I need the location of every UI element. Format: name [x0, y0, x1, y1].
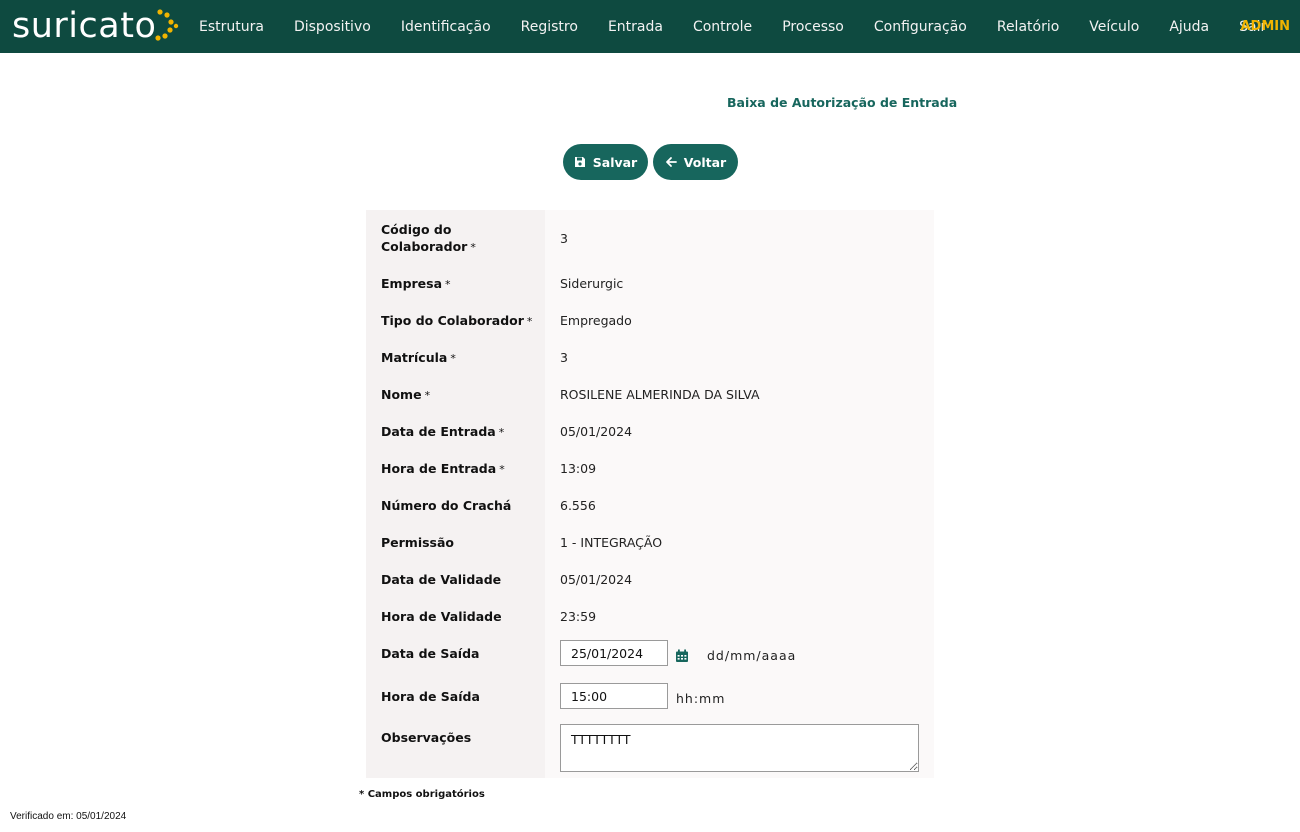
- value-cracha: 6.556: [560, 498, 596, 513]
- value-hora-validade: 23:59: [560, 609, 597, 624]
- menu-registro[interactable]: Registro: [506, 19, 593, 35]
- action-buttons: Salvar Voltar: [563, 144, 738, 180]
- top-navbar: suricato Estrutura Dispositivo Identific…: [0, 0, 1300, 53]
- value-data-entrada: 05/01/2024: [560, 424, 633, 439]
- exit-date-input[interactable]: [560, 640, 668, 666]
- menu-estrutura[interactable]: Estrutura: [184, 19, 279, 35]
- save-button[interactable]: Salvar: [563, 144, 648, 180]
- verified-date: Verificado em: 05/01/2024: [10, 811, 127, 822]
- menu-entrada[interactable]: Entrada: [593, 19, 678, 35]
- value-empresa: Siderurgic: [560, 276, 624, 291]
- logo-dots-icon: [155, 9, 179, 41]
- label-codigo: Código do Colaborador *: [381, 222, 476, 254]
- label-hora-validade: Hora de Validade: [381, 609, 502, 624]
- value-nome: ROSILENE ALMERINDA DA SILVA: [560, 387, 760, 402]
- value-tipo: Empregado: [560, 313, 632, 328]
- menu-ajuda[interactable]: Ajuda: [1154, 19, 1224, 35]
- label-hora-entrada: Hora de Entrada *: [381, 461, 505, 476]
- value-hora-entrada: 13:09: [560, 461, 597, 476]
- suricato-logo[interactable]: suricato: [12, 4, 180, 48]
- label-hora-saida: Hora de Saída: [381, 689, 480, 704]
- menu-processo[interactable]: Processo: [767, 19, 859, 35]
- menu-configuracao[interactable]: Configuração: [859, 19, 982, 35]
- exit-time-format-hint: hh:mm: [676, 691, 726, 706]
- save-button-label: Salvar: [592, 154, 638, 170]
- floppy-disk-icon: [574, 157, 585, 167]
- menu-dispositivo[interactable]: Dispositivo: [279, 19, 386, 35]
- arrow-left-icon: [665, 157, 677, 167]
- back-button[interactable]: Voltar: [653, 144, 738, 180]
- exit-date-format-hint: dd/mm/aaaa: [707, 648, 797, 663]
- observations-textarea[interactable]: TTTTTTTT: [560, 724, 919, 772]
- label-observacoes: Observações: [381, 730, 472, 745]
- value-permissao: 1 - INTEGRAÇÃO: [560, 535, 663, 550]
- value-codigo: 3: [560, 231, 568, 246]
- exit-time-input[interactable]: [560, 683, 668, 709]
- current-user[interactable]: ADMIN: [1240, 0, 1290, 53]
- calendar-icon[interactable]: [675, 649, 689, 663]
- back-button-label: Voltar: [683, 154, 727, 170]
- required-fields-note: * Campos obrigatórios: [359, 789, 485, 800]
- label-data-entrada: Data de Entrada *: [381, 424, 505, 439]
- label-tipo: Tipo do Colaborador *: [381, 313, 533, 328]
- label-nome: Nome *: [381, 387, 431, 402]
- logo-text: suricato: [12, 6, 157, 46]
- value-data-validade: 05/01/2024: [560, 572, 633, 587]
- label-empresa: Empresa *: [381, 276, 451, 291]
- label-cracha: Número do Crachá: [381, 498, 512, 513]
- label-permissao: Permissão: [381, 535, 455, 550]
- page-title: Baixa de Autorização de Entrada: [727, 95, 958, 110]
- value-matricula: 3: [560, 350, 568, 365]
- label-matricula: Matrícula *: [381, 350, 456, 365]
- menu-veiculo[interactable]: Veículo: [1074, 19, 1154, 35]
- menu-relatorio[interactable]: Relatório: [982, 19, 1074, 35]
- entry-authorization-form: Código do Colaborador * 3 Empresa * Sideru…: [366, 210, 934, 778]
- label-data-validade: Data de Validade: [381, 572, 502, 587]
- menu-controle[interactable]: Controle: [678, 19, 767, 35]
- main-menu: Estrutura Dispositivo Identificação Regi…: [184, 0, 1281, 53]
- label-data-saida: Data de Saída: [381, 646, 480, 661]
- menu-identificacao[interactable]: Identificação: [386, 19, 506, 35]
